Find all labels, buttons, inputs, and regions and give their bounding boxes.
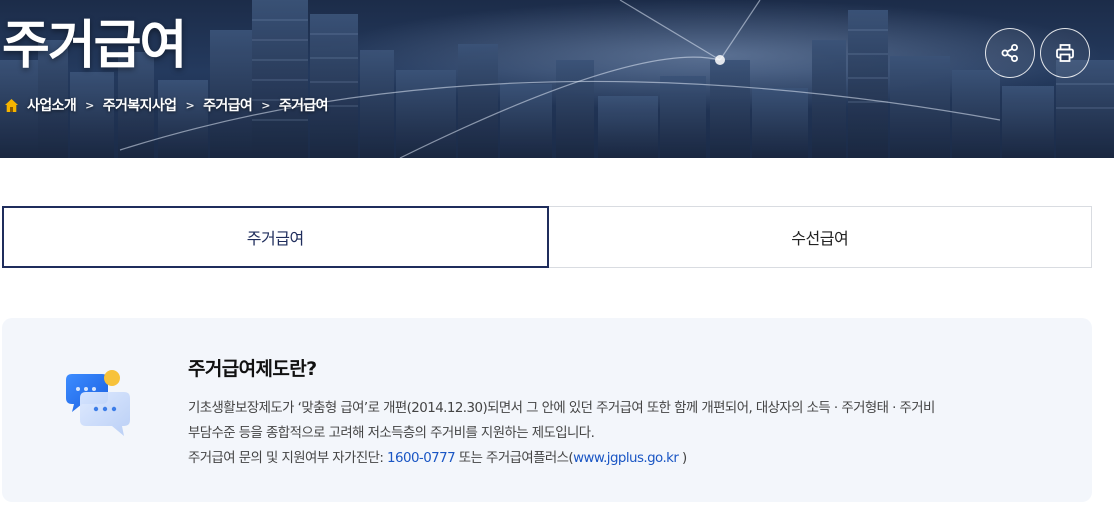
- tab-repair-benefit[interactable]: 수선급여: [548, 206, 1092, 268]
- breadcrumb-item[interactable]: 주거복지사업: [103, 95, 177, 115]
- tab-housing-benefit[interactable]: 주거급여: [2, 206, 549, 268]
- info-line-3: 주거급여 문의 및 지원여부 자가진단: 1600-0777 또는 주거급여플러…: [188, 446, 1068, 471]
- share-button[interactable]: [985, 28, 1035, 78]
- chevron-right-icon: >: [185, 98, 195, 112]
- info-box: 주거급여제도란? 기초생활보장제도가 ‘맞춤형 급여’로 개편(2014.12.…: [2, 318, 1092, 502]
- page-title: 주거급여: [2, 16, 187, 76]
- hero-banner: 주거급여 사업소개 > 주거복지사업 > 주거급여 > 주거급여: [0, 0, 1114, 158]
- jgplus-site-link[interactable]: www.jgplus.go.kr: [573, 451, 679, 466]
- breadcrumb-item[interactable]: 사업소개: [27, 95, 77, 115]
- print-icon: [1056, 44, 1074, 62]
- breadcrumb-item[interactable]: 주거급여: [203, 95, 253, 115]
- info-line-2: 부담수준 등을 종합적으로 고려해 저소득층의 주거비를 지원하는 제도입니다.: [188, 426, 595, 441]
- info-description: 기초생활보장제도가 ‘맞춤형 급여’로 개편(2014.12.30)되면서 그 …: [188, 396, 1068, 471]
- chat-bubbles-icon: [66, 370, 130, 436]
- chevron-right-icon: >: [85, 98, 94, 112]
- share-icon: [1001, 44, 1018, 62]
- chevron-right-icon: >: [261, 98, 270, 112]
- breadcrumb: 사업소개 > 주거복지사업 > 주거급여 > 주거급여: [4, 93, 329, 117]
- home-icon[interactable]: [4, 98, 19, 113]
- phone-link[interactable]: 1600-0777: [387, 451, 456, 466]
- contact-prefix: 주거급여 문의 및 지원여부 자가진단:: [188, 451, 388, 466]
- info-line-1: 기초생활보장제도가 ‘맞춤형 급여’로 개편(2014.12.30)되면서 그 …: [188, 401, 935, 416]
- breadcrumb-item-current[interactable]: 주거급여: [279, 95, 329, 115]
- print-button[interactable]: [1040, 28, 1090, 78]
- info-title: 주거급여제도란?: [188, 358, 317, 380]
- tab-bar: 주거급여 수선급여: [2, 206, 1092, 268]
- contact-suffix: ): [678, 451, 687, 466]
- contact-mid: 또는 주거급여플러스(: [455, 451, 574, 466]
